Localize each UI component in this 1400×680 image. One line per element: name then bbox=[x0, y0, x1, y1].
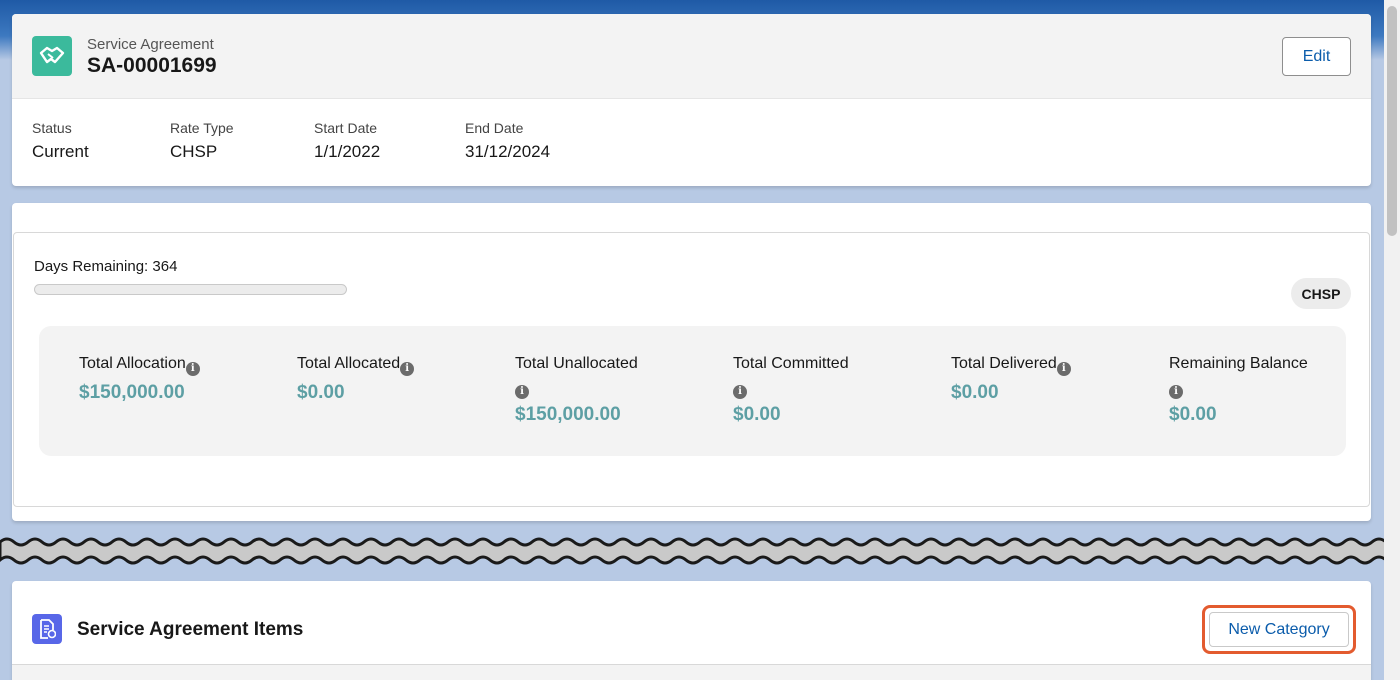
new-category-button[interactable]: New Category bbox=[1209, 612, 1349, 647]
summary-panel: Days Remaining: 364 CHSP Total Allocatio… bbox=[13, 232, 1370, 507]
record-header: Service Agreement SA-00001699 Edit bbox=[12, 14, 1371, 99]
metric-label: Total Delivered bbox=[951, 355, 1057, 372]
metric-remaining-balance: Remaining Balance i $0.00 bbox=[1169, 354, 1359, 426]
highlight-frame: New Category bbox=[1202, 605, 1356, 654]
info-icon[interactable]: i bbox=[1169, 384, 1183, 399]
metric-label: Total Unallocated bbox=[515, 355, 638, 372]
record-type-label: Service Agreement bbox=[87, 36, 214, 53]
metric-label: Remaining Balance bbox=[1169, 355, 1308, 372]
days-progress-bar bbox=[34, 284, 347, 295]
info-icon[interactable]: i bbox=[1056, 362, 1071, 376]
metric-total-delivered: Total Delivered i $0.00 bbox=[951, 354, 1141, 404]
items-title: Service Agreement Items bbox=[77, 619, 304, 640]
summary-card: Days Remaining: 364 CHSP Total Allocatio… bbox=[12, 203, 1371, 521]
metric-total-allocation: Total Allocation i $150,000.00 bbox=[79, 354, 269, 404]
metric-value: $0.00 bbox=[297, 382, 345, 403]
days-remaining-label: Days Remaining: 364 bbox=[34, 258, 178, 275]
scrollbar[interactable] bbox=[1384, 0, 1400, 680]
metric-value: $150,000.00 bbox=[515, 404, 621, 425]
metric-label: Total Allocated bbox=[297, 355, 401, 372]
info-icon[interactable]: i bbox=[185, 362, 200, 376]
field-start-date: Start Date 1/1/2022 bbox=[314, 120, 380, 162]
metric-label: Total Allocation bbox=[79, 355, 186, 372]
metric-total-committed: Total Committed i $0.00 bbox=[733, 354, 923, 426]
field-rate-type: Rate Type CHSP bbox=[170, 120, 234, 162]
metric-label: Total Committed bbox=[733, 355, 849, 372]
metric-value: $150,000.00 bbox=[79, 382, 185, 403]
document-icon bbox=[32, 614, 62, 644]
field-end-date: End Date 31/12/2024 bbox=[465, 120, 550, 162]
field-label: Rate Type bbox=[170, 120, 234, 136]
metrics-panel: Total Allocation i $150,000.00 Total Allo… bbox=[39, 326, 1346, 456]
handshake-icon bbox=[32, 36, 72, 76]
record-header-card: Service Agreement SA-00001699 Edit Statu… bbox=[12, 14, 1371, 186]
info-icon[interactable]: i bbox=[733, 384, 747, 399]
torn-edge-divider bbox=[0, 537, 1400, 565]
metric-value: $0.00 bbox=[1169, 404, 1217, 425]
field-value: CHSP bbox=[170, 142, 218, 161]
record-name: SA-00001699 bbox=[87, 54, 217, 77]
edit-button[interactable]: Edit bbox=[1282, 37, 1351, 76]
metric-total-allocated: Total Allocated i $0.00 bbox=[297, 354, 487, 404]
field-label: End Date bbox=[465, 120, 524, 136]
rate-type-badge: CHSP bbox=[1291, 278, 1351, 309]
info-icon[interactable]: i bbox=[400, 362, 415, 376]
info-icon[interactable]: i bbox=[515, 384, 529, 399]
field-label: Status bbox=[32, 120, 72, 136]
field-value: 1/1/2022 bbox=[314, 142, 381, 161]
service-agreement-items-card: Service Agreement Items New Category bbox=[12, 581, 1371, 680]
metric-value: $0.00 bbox=[951, 382, 999, 403]
field-value: Current bbox=[32, 142, 89, 161]
scrollbar-thumb[interactable] bbox=[1387, 6, 1397, 236]
metric-value: $0.00 bbox=[733, 404, 781, 425]
field-status: Status Current bbox=[32, 120, 89, 162]
field-value: 31/12/2024 bbox=[465, 142, 551, 161]
items-list-header bbox=[12, 665, 1371, 680]
field-label: Start Date bbox=[314, 120, 378, 136]
metric-total-unallocated: Total Unallocated i $150,000.00 bbox=[515, 354, 705, 426]
